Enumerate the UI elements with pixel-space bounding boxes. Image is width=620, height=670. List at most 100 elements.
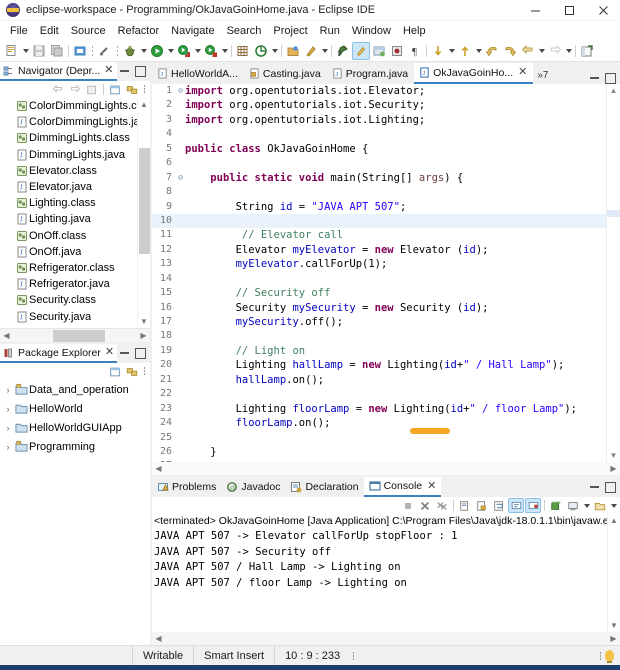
tab-package-explorer[interactable]: Package Explorer ✕ [0,344,118,363]
code-line[interactable]: 15 // Security off [152,286,606,300]
link-with-editor-icon[interactable] [124,82,140,97]
toolbar-drag-handle[interactable] [89,42,96,60]
forward-icon[interactable] [67,82,83,97]
code-line[interactable]: 5 public class OkJavaGoinHome { [152,142,606,156]
close-icon[interactable]: ✕ [104,65,113,76]
forward-icon[interactable] [546,42,564,60]
fold-marker-icon[interactable]: ⊝ [176,171,185,185]
scroll-thumb[interactable] [138,147,150,254]
display-selected-console-icon[interactable] [565,498,581,513]
run-external-tools-icon[interactable] [175,42,193,60]
editor-tab-helloworldapp[interactable]: J HelloWorldA... [152,63,244,84]
maximize-view-icon[interactable] [135,66,146,77]
menu-search[interactable]: Search [221,23,268,39]
code-line[interactable]: 12 Elevator myElevator = new Elevator (i… [152,243,606,257]
show-console-on-output-icon[interactable] [525,498,541,513]
tab-console[interactable]: Console ✕ [363,477,442,497]
collapse-all-icon[interactable] [107,364,123,379]
maximize-editor-icon[interactable] [605,73,616,84]
scroll-down-icon[interactable]: ▼ [608,619,620,632]
tree-expander[interactable]: › [2,442,14,452]
forward-nav-icon[interactable] [501,42,519,60]
open-type-icon[interactable] [284,42,302,60]
tree-item[interactable]: ColorDimmingLights.class [0,98,137,114]
back-icon[interactable] [50,82,66,97]
scroll-down-icon[interactable]: ▼ [138,315,151,328]
skip-breakpoints-icon[interactable] [388,42,406,60]
maximize-console-icon[interactable] [605,481,616,493]
debug-icon[interactable] [121,42,139,60]
save-icon[interactable] [30,42,48,60]
close-button[interactable] [586,0,620,21]
tab-declaration[interactable]: Declaration [285,477,363,497]
tree-item[interactable]: OnOff.class [0,228,137,244]
scroll-up-icon[interactable]: ▲ [607,84,620,97]
toolbar-drag-handle-2[interactable] [114,42,121,60]
tree-item[interactable]: J OnOff.java [0,244,137,260]
menu-edit[interactable]: Edit [34,23,65,39]
console-horizontal-scrollbar[interactable]: ◀ ▶ [152,632,620,645]
console-text[interactable]: JAVA APT 507 -> Elevator callForUp stopF… [152,529,607,632]
code-lines[interactable]: 1 ⊝ import org.opentutorials.iot.Elevator;… [152,84,606,462]
tree-item[interactable]: › Data_and_operation [0,380,150,399]
code-line[interactable]: 18 [152,329,606,343]
code-line[interactable]: 1 ⊝ import org.opentutorials.iot.Elevator; [152,84,606,98]
menu-source[interactable]: Source [65,23,112,39]
back-icon[interactable] [519,42,537,60]
next-annotation-icon[interactable] [429,42,447,60]
debug-dropdown-icon[interactable] [139,42,148,60]
ruler-track[interactable] [607,97,620,449]
tree-item[interactable]: Speaker.class [0,325,137,328]
package-explorer-tree[interactable]: › Data_and_operation › HelloWorld › Hell… [0,380,150,645]
remove-launch-icon[interactable] [417,498,433,513]
scroll-track[interactable] [137,111,150,315]
scroll-right-icon[interactable]: ▶ [607,462,620,476]
word-wrap-icon[interactable] [491,498,507,513]
close-icon[interactable]: ✕ [427,480,436,492]
new-java-package-icon[interactable] [234,42,252,60]
scroll-right-icon[interactable]: ▶ [137,329,150,343]
navigator-vertical-scrollbar[interactable]: ▲ ▼ [137,98,150,328]
code-line[interactable]: 26 } [152,445,606,459]
tree-item[interactable]: Refrigerator.class [0,260,137,276]
menu-navigate[interactable]: Navigate [165,23,220,39]
tree-item[interactable]: › HelloWorld [0,399,150,418]
scroll-left-icon[interactable]: ◀ [152,632,165,646]
navigator-tree[interactable]: ColorDimmingLights.class J ColorDimmingL… [0,98,150,328]
tree-expander[interactable]: › [2,423,14,433]
code-line[interactable]: 20 Lighting hallLamp = new Lighting(id+"… [152,358,606,372]
editor-tab-program[interactable]: J Program.java [326,63,415,84]
scroll-up-icon[interactable]: ▲ [138,98,151,111]
tree-item[interactable]: J Lighting.java [0,211,137,227]
code-line[interactable]: 2 import org.opentutorials.iot.Security; [152,98,606,112]
menu-help[interactable]: Help [397,23,432,39]
code-line[interactable]: 24 floorLamp.on(); [152,416,606,430]
tab-problems[interactable]: Problems [152,477,221,497]
toggle-highlight-icon[interactable] [352,41,370,60]
coverage-dropdown-icon[interactable] [220,42,229,60]
code-line[interactable]: 11 // Elevator call [152,228,606,242]
scroll-down-icon[interactable]: ▼ [607,449,620,462]
toggle-breadcrumb-icon[interactable] [370,42,388,60]
link-icon[interactable] [96,42,114,60]
maximize-view-icon[interactable] [135,348,146,359]
toggle-mark-occurrences-icon[interactable] [334,42,352,60]
previous-annotation-dropdown-icon[interactable] [474,42,483,60]
link-with-editor-icon[interactable] [124,364,140,379]
minimize-button[interactable] [518,0,552,21]
menu-refactor[interactable]: Refactor [112,23,166,39]
hscroll-track[interactable] [13,329,137,343]
remove-all-terminated-icon[interactable] [434,498,450,513]
code-line[interactable]: 4 [152,127,606,141]
pilcrow-icon[interactable]: ¶ [406,42,424,60]
tree-item[interactable]: J DimmingLights.java [0,147,137,163]
maximize-button[interactable] [552,0,586,21]
console-vertical-scrollbar[interactable]: ▲ ▼ [607,514,620,632]
scroll-lock-icon[interactable] [508,498,524,513]
minimize-view-icon[interactable] [119,66,130,77]
save-all-icon[interactable] [48,42,66,60]
print-icon[interactable] [71,42,89,60]
code-line[interactable]: 9 String id = "JAVA APT 507"; [152,200,606,214]
lock-scroll-icon[interactable] [474,498,490,513]
menu-run[interactable]: Run [314,23,346,39]
